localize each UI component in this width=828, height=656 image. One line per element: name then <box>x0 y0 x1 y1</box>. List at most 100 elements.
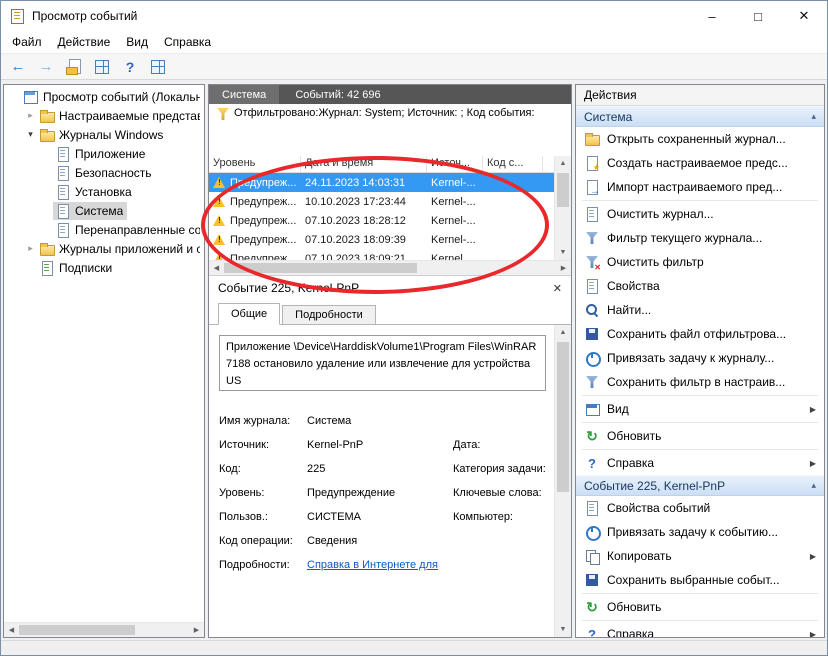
action-item[interactable]: Свойства <box>576 274 824 298</box>
action-section-header[interactable]: Событие 225, Kernel-PnP▴ <box>576 475 824 496</box>
help-link[interactable]: Справка в Интернете для <box>307 559 453 571</box>
tree-horizontal-scrollbar[interactable]: ◀ ▶ <box>4 622 204 637</box>
tab-details[interactable]: Подробности <box>282 305 376 325</box>
tree-item[interactable]: Приложение <box>4 144 204 163</box>
tree-item[interactable]: Просмотр событий (Локальны <box>4 87 204 106</box>
column-header[interactable]: Уровень <box>209 156 301 172</box>
tree-item[interactable]: Установка <box>4 182 204 201</box>
action-item[interactable]: Копировать▶ <box>576 544 824 568</box>
titlebar: Просмотр событий – □ ✕ <box>1 1 827 31</box>
column-header[interactable]: Источ... <box>427 156 483 172</box>
event-level-cell: Предупреж... <box>209 211 301 230</box>
action-item[interactable]: ↻Обновить <box>576 424 824 448</box>
scroll-left-icon[interactable]: ◀ <box>209 261 224 276</box>
action-item-label: Обновить <box>607 429 818 443</box>
forward-icon[interactable]: → <box>37 58 55 76</box>
help-icon: ? <box>584 626 600 637</box>
scroll-thumb[interactable] <box>557 173 569 207</box>
column-header[interactable]: Дата и время <box>301 156 427 172</box>
action-item[interactable]: Сохранить фильтр в настраив... <box>576 370 824 394</box>
tree-item[interactable]: ▸Журналы приложений и сл <box>4 239 204 258</box>
minimize-button[interactable]: – <box>689 1 735 31</box>
scroll-thumb[interactable] <box>19 625 135 635</box>
action-item[interactable]: Сохранить выбранные событ... <box>576 568 824 592</box>
copy-icon <box>584 548 600 564</box>
maximize-button[interactable]: □ <box>735 1 781 31</box>
back-icon[interactable]: ← <box>9 58 27 76</box>
table-row[interactable]: Предупреж...24.11.2023 14:03:31Kernel-..… <box>209 173 554 192</box>
menu-item[interactable]: Действие <box>50 35 119 49</box>
action-item[interactable]: Привязать задачу к журналу... <box>576 346 824 370</box>
actions-header: Действия <box>576 85 824 106</box>
tree-item[interactable]: Система <box>4 201 204 220</box>
help-icon[interactable]: ? <box>121 58 139 76</box>
document-icon[interactable] <box>65 58 83 76</box>
collapsed-twisty-icon[interactable]: ▸ <box>24 110 37 121</box>
section-title: Система <box>584 110 632 124</box>
action-item[interactable]: Свойства событий <box>576 496 824 520</box>
field-label: Пользов.: <box>219 511 307 523</box>
event-level-cell: Предупреж... <box>209 230 301 249</box>
detail-vertical-scrollbar[interactable]: ▲ ▼ <box>554 325 571 637</box>
table-row[interactable]: Предупреж...07.10.2023 18:09:21Kernel... <box>209 249 554 260</box>
scroll-track[interactable] <box>555 171 571 245</box>
tree-item[interactable]: Перенаправленные соб <box>4 220 204 239</box>
tree-node: Система <box>53 202 127 220</box>
scroll-track[interactable] <box>555 340 571 622</box>
scroll-right-icon[interactable]: ▶ <box>189 623 204 638</box>
action-item[interactable]: Открыть сохраненный журнал... <box>576 127 824 151</box>
tree-item[interactable]: Безопасность <box>4 163 204 182</box>
event-description[interactable]: Приложение \Device\HarddiskVolume1\Progr… <box>219 335 546 391</box>
table-icon[interactable] <box>149 58 167 76</box>
list-title: Система <box>209 85 279 104</box>
tree-item[interactable]: ▸Настраиваемые представле <box>4 106 204 125</box>
action-item[interactable]: Сохранить файл отфильтрова... <box>576 322 824 346</box>
scroll-right-icon[interactable]: ▶ <box>556 261 571 276</box>
menu-item[interactable]: Файл <box>4 35 50 49</box>
action-item[interactable]: Вид▶ <box>576 397 824 421</box>
close-button[interactable]: ✕ <box>781 1 827 31</box>
table-row[interactable]: Предупреж...10.10.2023 17:23:44Kernel-..… <box>209 192 554 211</box>
action-item[interactable]: Создать настраиваемое предс... <box>576 151 824 175</box>
expanded-twisty-icon[interactable]: ▾ <box>24 129 37 140</box>
toolbar: ← →? <box>1 53 827 80</box>
list-horizontal-scrollbar[interactable]: ◀ ▶ <box>209 260 571 275</box>
event-level-cell: Предупреж... <box>209 249 301 260</box>
table-icon[interactable] <box>93 58 111 76</box>
tree-item[interactable]: Подписки <box>4 258 204 277</box>
table-row[interactable]: Предупреж...07.10.2023 18:09:39Kernel-..… <box>209 230 554 249</box>
collapse-icon[interactable]: ▴ <box>811 111 816 122</box>
menu-item[interactable]: Справка <box>156 35 219 49</box>
action-item[interactable]: Фильтр текущего журнала... <box>576 226 824 250</box>
collapse-icon[interactable]: ▴ <box>811 480 816 491</box>
cell-text: 10.10.2023 17:23:44 <box>305 196 406 208</box>
table-row[interactable]: Предупреж...07.10.2023 18:28:12Kernel-..… <box>209 211 554 230</box>
list-vertical-scrollbar[interactable]: ▲ ▼ <box>554 156 571 260</box>
detail-close-icon[interactable]: ✕ <box>553 282 562 295</box>
tab-general[interactable]: Общие <box>218 303 280 325</box>
action-item-label: Справка <box>607 627 803 637</box>
action-item[interactable]: ?Справка▶ <box>576 451 824 475</box>
action-item[interactable]: Найти... <box>576 298 824 322</box>
scroll-track[interactable] <box>19 623 189 637</box>
tree-item[interactable]: ▾Журналы Windows <box>4 125 204 144</box>
column-header[interactable]: Код с... <box>483 156 543 172</box>
action-section-header[interactable]: Система ▴ <box>576 106 824 127</box>
action-item[interactable]: Импорт настраиваемого пред... <box>576 175 824 199</box>
scroll-down-icon[interactable]: ▼ <box>555 245 571 260</box>
scroll-thumb[interactable] <box>224 263 417 273</box>
action-item[interactable]: Очистить фильтр <box>576 250 824 274</box>
scroll-down-icon[interactable]: ▼ <box>555 622 571 637</box>
action-item[interactable]: ↻Обновить <box>576 595 824 619</box>
menu-item[interactable]: Вид <box>118 35 156 49</box>
scroll-thumb[interactable] <box>557 342 569 492</box>
action-item[interactable]: Очистить журнал... <box>576 202 824 226</box>
scroll-track[interactable] <box>224 261 556 275</box>
scroll-left-icon[interactable]: ◀ <box>4 623 19 638</box>
action-item[interactable]: Привязать задачу к событию... <box>576 520 824 544</box>
scroll-up-icon[interactable]: ▲ <box>555 325 571 340</box>
console-tree: Просмотр событий (Локальны▸Настраиваемые… <box>4 85 204 622</box>
action-item[interactable]: ?Справка▶ <box>576 622 824 637</box>
scroll-up-icon[interactable]: ▲ <box>555 156 571 171</box>
collapsed-twisty-icon[interactable]: ▸ <box>24 243 37 254</box>
